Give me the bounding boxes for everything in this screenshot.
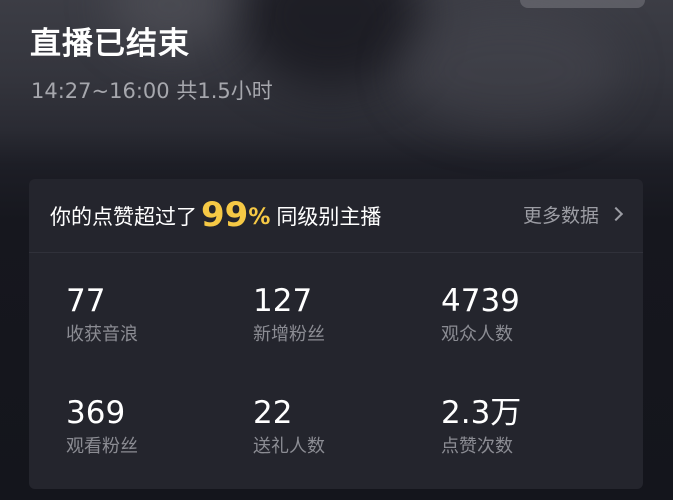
stat-value: 127	[253, 283, 313, 319]
likes-summary: 你的点赞超过了 99% 同级别主播	[50, 197, 381, 236]
duration: 共1.5小时	[176, 79, 273, 103]
stat-label: 新增粉丝	[253, 324, 325, 345]
stat-value: 4739	[441, 283, 520, 319]
stat-item: 77 收获音浪	[66, 282, 138, 348]
likes-prefix: 你的点赞超过了	[50, 205, 197, 229]
likes-summary-row: 你的点赞超过了 99% 同级别主播 更多数据	[29, 179, 643, 253]
stat-value: 77	[66, 283, 106, 319]
stat-item: 127 新增粉丝	[253, 282, 325, 348]
stat-label: 收获音浪	[66, 324, 138, 345]
more-data-link[interactable]: 更多数据	[522, 203, 624, 229]
stat-label: 观众人数	[441, 324, 513, 345]
time-range: 14:27~16:00	[31, 79, 170, 103]
stat-value: 2.3万	[441, 395, 522, 431]
title-clip: 直播已结束	[0, 0, 673, 60]
stat-label: 观看粉丝	[66, 436, 138, 457]
likes-percent: 99	[201, 195, 249, 235]
percent-sign: %	[248, 205, 271, 230]
stat-value: 369	[66, 395, 126, 431]
page-title: 直播已结束	[30, 26, 190, 60]
stat-item: 369 观看粉丝	[66, 394, 138, 460]
stat-item: 22 送礼人数	[253, 394, 325, 460]
stat-item: 4739 观众人数	[441, 282, 520, 348]
stat-label: 送礼人数	[253, 436, 325, 457]
live-stats-card: 你的点赞超过了 99% 同级别主播 更多数据 77 收获音浪 127 新增粉丝 47…	[29, 179, 643, 489]
stat-label: 点赞次数	[441, 436, 513, 457]
live-end-screen: 直播已结束 14:27~16:00 共1.5小时 你的点赞超过了 99% 同级别主播…	[0, 0, 673, 500]
live-time-info: 14:27~16:00 共1.5小时	[31, 76, 273, 106]
stat-value: 22	[253, 395, 293, 431]
chevron-right-icon	[608, 206, 624, 222]
more-data-label: 更多数据	[522, 205, 599, 227]
stat-item: 2.3万 点赞次数	[441, 394, 521, 460]
likes-suffix: 同级别主播	[276, 205, 382, 229]
